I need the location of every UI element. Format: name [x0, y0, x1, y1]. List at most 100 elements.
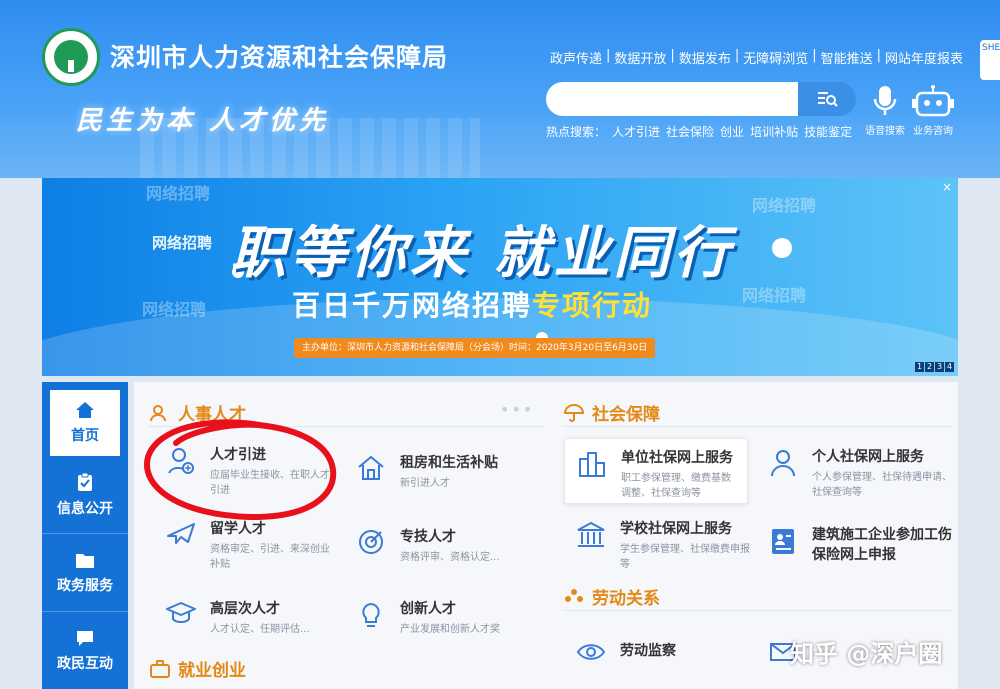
service-desc: 新引进人才: [400, 478, 450, 489]
service-employer-social-security[interactable]: 单位社保网上服务 职工参保管理、缴费基数调整、社保查询等: [564, 438, 748, 504]
nav-item-services[interactable]: 政务服务: [42, 534, 128, 612]
target-icon: [359, 530, 383, 554]
service-desc: 资格审定、引进、来深创业补贴: [210, 544, 330, 570]
section-title-labor[interactable]: 劳动关系: [564, 584, 660, 609]
banner-page-dot[interactable]: 2: [925, 362, 934, 372]
section-title-talent[interactable]: 人事人才: [150, 400, 246, 425]
banner-headline: 职等你来 就业同行: [230, 221, 734, 286]
graduation-cap-icon: [166, 602, 196, 623]
banner-pager: 1 2 3 4: [915, 362, 954, 372]
topnav-link[interactable]: 无障碍浏览: [741, 48, 810, 67]
banner-organizer: 主办单位：深圳市人力资源和社会保障局（分会场）时间：2020年3月20日至6月3…: [294, 338, 656, 358]
service-desc: 资格评审、资格认定...: [400, 552, 500, 563]
service-name: 创新人才: [400, 601, 456, 617]
divider: [148, 426, 544, 427]
people-group-icon: [565, 588, 583, 602]
briefcase-icon: [150, 659, 170, 678]
person-icon: [771, 450, 795, 477]
consult-label: 业务咨询: [913, 126, 953, 137]
banner-subline: 百日千万网络招聘专项行动: [292, 284, 652, 324]
service-school-social-security[interactable]: 学校社保网上服务 学生参保管理、社保缴费申报等: [574, 518, 754, 572]
house-icon: [358, 455, 384, 480]
people-icon: [150, 404, 166, 421]
voice-search-button[interactable]: 语音搜索: [860, 82, 910, 137]
service-overseas-talent[interactable]: 留学人才 资格审定、引进、来深创业补贴: [164, 518, 334, 572]
service-innovation-talent[interactable]: 创新人才 产业发展和创新人才奖: [354, 598, 544, 637]
nav-label: 信息公开: [57, 500, 113, 517]
banner-page-dot[interactable]: 1: [915, 362, 924, 372]
promo-banner[interactable]: 网络招聘 网络招聘 网络招聘 网络招聘 网络招聘 职等你来 就业同行 百日千万网…: [42, 178, 958, 376]
umbrella-icon: [564, 403, 584, 422]
service-construction-injury-insurance[interactable]: 建筑施工企业参加工伤保险网上申报: [766, 524, 952, 568]
clipboard-icon: [78, 472, 92, 491]
edge-badge[interactable]: SHEN: [980, 40, 1000, 80]
hot-search-link[interactable]: 社会保险: [666, 123, 714, 140]
service-professional-talent[interactable]: 专技人才 资格评审、资格认定...: [354, 526, 544, 565]
nav-item-home[interactable]: 首页: [50, 390, 120, 456]
lightbulb-icon: [362, 602, 380, 627]
service-name: 人才引进: [210, 447, 266, 463]
service-desc: 人才认定、任期评估...: [210, 624, 310, 635]
site-title: 深圳市人力资源和社会保障局: [110, 43, 449, 72]
hot-search-label: 热点搜索：: [546, 125, 607, 139]
home-icon: [76, 402, 94, 418]
section-title-label: 劳动关系: [592, 589, 660, 609]
banner-page-dot[interactable]: 4: [945, 362, 954, 372]
divider: [562, 610, 952, 611]
service-name: 专技人才: [400, 529, 456, 545]
section-title-employment[interactable]: 就业创业: [150, 656, 246, 681]
site-logo[interactable]: [42, 28, 100, 86]
topnav-link[interactable]: 网站年度报表: [883, 48, 965, 67]
banner-watermark: 网络招聘: [752, 196, 817, 215]
zhihu-watermark: 知乎 @深户圈: [790, 640, 943, 668]
bubble-decoration: [772, 238, 792, 258]
search-button[interactable]: [798, 82, 856, 116]
service-name: 劳动监察: [620, 643, 676, 659]
service-high-level-talent[interactable]: 高层次人才 人才认定、任期评估...: [164, 598, 334, 637]
eye-icon: [576, 644, 606, 660]
service-personal-social-security[interactable]: 个人社保网上服务 个人参保管理、社保待遇申请、社保查询等: [766, 446, 952, 500]
hot-search-link[interactable]: 人才引进: [612, 123, 660, 140]
hot-search-link[interactable]: 技能鉴定: [804, 123, 852, 140]
service-desc: 职工参保管理、缴费基数调整、社保查询等: [621, 473, 731, 499]
nav-label: 政民互动: [57, 656, 113, 672]
section-title-label: 人事人才: [178, 405, 246, 425]
service-housing-subsidy[interactable]: 租房和生活补贴 新引进人才: [354, 452, 544, 491]
robot-icon: [912, 85, 954, 117]
left-nav: 首页 信息公开 政务服务 政民互动: [42, 382, 128, 689]
service-name: 高层次人才: [210, 601, 280, 617]
airplane-icon: [167, 523, 195, 544]
section-title-social[interactable]: 社会保障: [564, 400, 660, 425]
topnav-link[interactable]: 政声传递: [548, 48, 604, 67]
search-input[interactable]: [546, 82, 804, 116]
service-name: 单位社保网上服务: [621, 450, 733, 466]
service-desc: 学生参保管理、社保缴费申报等: [620, 544, 750, 570]
consult-button[interactable]: 业务咨询: [908, 82, 958, 137]
banner-page-dot[interactable]: 3: [935, 362, 944, 372]
school-icon: [577, 521, 605, 547]
hot-search: 热点搜索： 人才引进 社会保险 创业 培训补贴 技能鉴定: [546, 123, 852, 140]
id-card-icon: [772, 529, 794, 554]
service-talent-intro[interactable]: 人才引进 应届毕业生接收、在职人才引进: [164, 444, 334, 498]
nav-label: 首页: [71, 428, 99, 444]
slogan: 民生为本 人才优先: [76, 106, 330, 136]
service-name: 学校社保网上服务: [620, 521, 732, 537]
topnav-link[interactable]: 数据开放: [612, 48, 668, 67]
service-name: 建筑施工企业参加工伤保险网上申报: [812, 527, 952, 563]
banner-subline-main: 百日千万网络招聘: [292, 289, 533, 322]
building-chart-icon: [579, 452, 605, 477]
banner-watermark: 网络招聘: [142, 300, 207, 319]
nav-item-interaction[interactable]: 政民互动: [42, 612, 128, 689]
chat-icon: [77, 631, 93, 646]
banner-tag: 网络招聘: [152, 234, 213, 252]
microphone-icon: [873, 86, 897, 115]
close-icon[interactable]: ×: [942, 180, 952, 194]
topnav-link[interactable]: 数据发布: [677, 48, 733, 67]
hot-search-link[interactable]: 创业: [720, 123, 744, 140]
topnav-link[interactable]: 智能推送: [819, 48, 875, 67]
voice-search-label: 语音搜索: [865, 126, 905, 137]
more-dots-icon[interactable]: •••: [500, 400, 534, 419]
service-labor-inspection[interactable]: 劳动监察: [574, 640, 744, 664]
nav-item-info[interactable]: 信息公开: [42, 456, 128, 534]
hot-search-link[interactable]: 培训补贴: [750, 123, 798, 140]
